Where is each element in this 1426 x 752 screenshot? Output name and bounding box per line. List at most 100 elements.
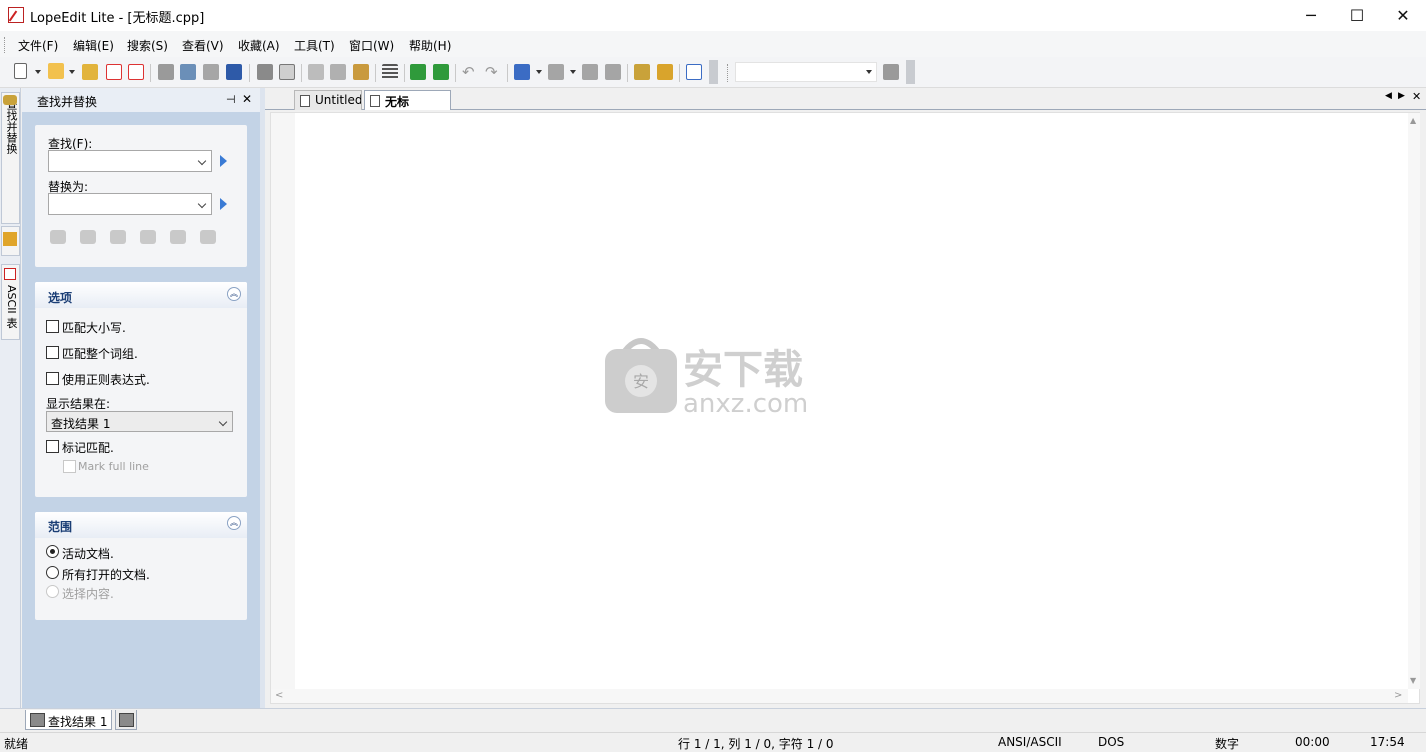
regex-label: 使用正则表达式.: [62, 373, 150, 387]
vertical-scrollbar[interactable]: [1408, 113, 1420, 689]
tab-scroll-right-icon[interactable]: ▶: [1398, 91, 1405, 101]
chevron-down-icon[interactable]: [35, 70, 41, 74]
chevron-down-icon[interactable]: [197, 156, 207, 166]
horizontal-scrollbar[interactable]: [271, 689, 1408, 703]
mark-full-line-label: Mark full line: [78, 460, 149, 473]
status-numlock: 数字: [1215, 737, 1240, 751]
outdent-icon[interactable]: [433, 64, 449, 80]
align-icon[interactable]: [382, 64, 398, 80]
open-project-icon[interactable]: [82, 64, 98, 80]
menu-search[interactable]: 搜索(S): [127, 37, 168, 54]
status-line-ending[interactable]: DOS: [1098, 735, 1124, 749]
find-prev-icon[interactable]: [110, 230, 126, 244]
save-as-icon[interactable]: [180, 64, 196, 80]
menu-favorites[interactable]: 收藏(A): [238, 37, 280, 54]
go-icon[interactable]: [883, 64, 899, 80]
scope-active-doc-radio[interactable]: [46, 545, 59, 558]
replace-icon[interactable]: [170, 230, 186, 244]
find-next-icon[interactable]: [548, 64, 564, 80]
chevron-down-icon[interactable]: [570, 70, 576, 74]
undo-icon[interactable]: ↶: [462, 63, 475, 81]
scroll-right-icon[interactable]: >: [1394, 690, 1402, 701]
mark-full-line-checkbox[interactable]: [63, 460, 76, 473]
mark-matches-checkbox[interactable]: [46, 440, 59, 453]
scope-all-open-radio[interactable]: [46, 566, 59, 579]
print-preview-icon[interactable]: [279, 64, 295, 80]
menu-help[interactable]: 帮助(H): [409, 37, 451, 54]
minimize-button[interactable]: ─: [1288, 0, 1334, 31]
chevron-down-icon[interactable]: [866, 70, 872, 74]
find-prev-icon[interactable]: [582, 64, 598, 80]
favorites-icon[interactable]: [657, 64, 673, 80]
save-icon[interactable]: [158, 64, 174, 80]
close-file-icon[interactable]: [106, 64, 122, 80]
scroll-up-icon[interactable]: ▲: [1410, 116, 1416, 125]
menu-tools[interactable]: 工具(T): [294, 37, 335, 54]
menu-file[interactable]: 文件(F): [18, 37, 58, 54]
toolbar-separator: [301, 64, 302, 82]
replace-input[interactable]: [48, 193, 212, 215]
app-icon[interactable]: [8, 7, 24, 23]
tab-scroll-left-icon[interactable]: ◀: [1385, 91, 1392, 101]
ascii-icon: [4, 268, 16, 280]
line-number-gutter: [271, 113, 295, 689]
find-input[interactable]: [48, 150, 212, 172]
menu-window[interactable]: 窗口(W): [349, 37, 394, 54]
collapse-icon[interactable]: ︽: [227, 287, 241, 301]
find-icon[interactable]: [514, 64, 530, 80]
status-encoding[interactable]: ANSI/ASCII: [998, 735, 1062, 749]
export-icon[interactable]: [686, 64, 702, 80]
whole-word-checkbox[interactable]: [46, 346, 59, 359]
pin-icon[interactable]: ⊣: [226, 93, 236, 106]
replace-all-icon[interactable]: [200, 230, 216, 244]
find-all-icon[interactable]: [140, 230, 156, 244]
new-file-icon[interactable]: [14, 63, 27, 79]
results-icon: [119, 713, 134, 727]
maximize-button[interactable]: ☐: [1334, 0, 1380, 31]
window-title: LopeEdit Lite - [无标题.cpp]: [30, 11, 205, 26]
redo-icon[interactable]: ↷: [485, 63, 498, 81]
match-case-checkbox[interactable]: [46, 320, 59, 333]
indent-icon[interactable]: [410, 64, 426, 80]
editor-text-area[interactable]: [270, 112, 1420, 704]
status-time-1: 00:00: [1295, 735, 1330, 749]
close-button[interactable]: ✕: [1380, 0, 1426, 31]
chevron-down-icon[interactable]: [197, 199, 207, 209]
chevron-down-icon[interactable]: [69, 70, 75, 74]
binoculars-icon[interactable]: [634, 64, 650, 80]
side-tab-label: 查找并替换: [5, 99, 18, 154]
find-go-icon[interactable]: [220, 155, 227, 167]
chevron-down-icon[interactable]: [536, 70, 542, 74]
toolbar-grip[interactable]: [709, 60, 718, 84]
cut-icon[interactable]: [308, 64, 324, 80]
replace-go-icon[interactable]: [220, 198, 227, 210]
tab-untitled[interactable]: Untitled: [294, 90, 362, 110]
scroll-down-icon[interactable]: ▼: [1410, 676, 1416, 685]
collapse-icon[interactable]: ︽: [227, 516, 241, 530]
toolbar-separator: [627, 64, 628, 82]
find-next-icon[interactable]: [80, 230, 96, 244]
toolbar-combo[interactable]: [735, 62, 877, 82]
close-all-icon[interactable]: [128, 64, 144, 80]
find-icon[interactable]: [50, 230, 66, 244]
print-icon[interactable]: [257, 64, 273, 80]
toolbar-grip[interactable]: [906, 60, 915, 84]
menu-view[interactable]: 查看(V): [182, 37, 224, 54]
panel-close-icon[interactable]: ✕: [242, 92, 252, 106]
copy-icon[interactable]: [330, 64, 346, 80]
open-folder-icon[interactable]: [48, 63, 64, 79]
replace-icon[interactable]: [605, 64, 621, 80]
paste-icon[interactable]: [353, 64, 369, 80]
disk-icon[interactable]: [226, 64, 242, 80]
tab-active-document[interactable]: 无标题.cpp: [364, 90, 451, 126]
results-select[interactable]: 查找结果 1: [46, 411, 233, 432]
tab-close-icon[interactable]: ✕: [1412, 90, 1421, 103]
scope-selection-radio[interactable]: [46, 585, 59, 598]
chevron-down-icon[interactable]: [218, 417, 228, 427]
menu-edit[interactable]: 编辑(E): [73, 37, 114, 54]
scroll-left-icon[interactable]: <: [275, 690, 283, 701]
regex-checkbox[interactable]: [46, 372, 59, 385]
save-all-icon[interactable]: [203, 64, 219, 80]
side-tab-find-replace[interactable]: 查找并替换: [1, 92, 20, 224]
toolbar-separator: [404, 64, 405, 82]
